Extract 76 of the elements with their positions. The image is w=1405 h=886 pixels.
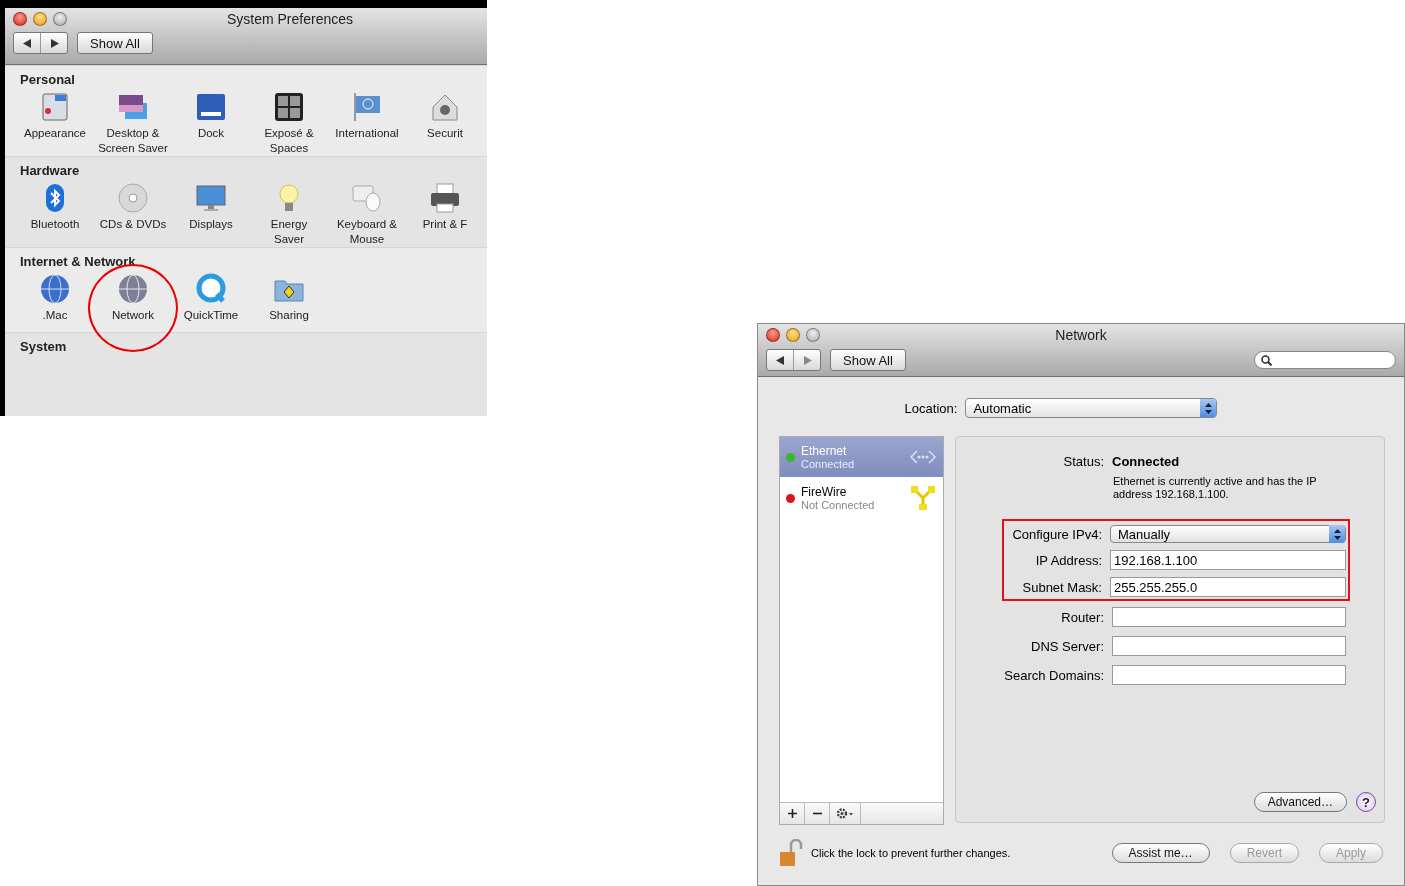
circle-logo-icon[interactable]	[195, 273, 227, 305]
preference-label[interactable]: Securit	[427, 126, 463, 141]
section-title: Internet & Network	[20, 254, 137, 269]
preference-label[interactable]: QuickTime	[183, 308, 239, 323]
section-title: System	[20, 338, 68, 354]
input-field[interactable]	[1112, 607, 1346, 627]
preference-label[interactable]: Desktop & Screen Saver	[98, 126, 168, 156]
service-item[interactable]: FireWire Not Connected	[780, 478, 943, 519]
preference-label[interactable]: .Mac	[42, 308, 68, 323]
lock-message: Click the lock to prevent further changes.	[811, 847, 1011, 859]
grid-icon[interactable]	[273, 91, 305, 123]
preference-label[interactable]: Keyboard & Mouse	[336, 217, 398, 247]
service-name: Ethernet	[801, 444, 848, 458]
forward-arrow-icon[interactable]	[49, 38, 59, 48]
monitor-icon[interactable]	[195, 182, 227, 214]
minimize-button[interactable]	[33, 12, 47, 26]
search-field[interactable]	[1254, 351, 1396, 369]
advanced-button[interactable]: Advanced…	[1253, 792, 1347, 812]
back-arrow-icon[interactable]	[22, 38, 32, 48]
help-button[interactable]: ?	[1356, 792, 1376, 812]
input-field[interactable]	[1112, 636, 1346, 656]
preference-label[interactable]: Dock	[197, 126, 225, 141]
show-all-button[interactable]: Show All	[830, 349, 906, 371]
panel-icon[interactable]	[195, 91, 227, 123]
footer-button[interactable]: Assist me…	[1111, 843, 1210, 863]
flag-icon[interactable]	[351, 91, 383, 123]
field-label: Router:	[1060, 609, 1104, 625]
preference-label[interactable]: Exposé & Spaces	[264, 126, 314, 156]
field-label: Search Domains:	[1003, 667, 1104, 683]
service-status: Connected	[801, 458, 855, 470]
zoom-button[interactable]	[806, 328, 820, 342]
close-button[interactable]	[13, 12, 27, 26]
configure-dropdown[interactable]: Manually	[1110, 525, 1346, 543]
field-label: DNS Server:	[1030, 638, 1104, 654]
plus-icon[interactable]	[787, 809, 797, 818]
firewire-icon	[909, 484, 937, 512]
globe-icon[interactable]	[39, 273, 71, 305]
section-title: Personal	[20, 72, 76, 87]
globe-icon[interactable]	[117, 273, 149, 305]
status-description: Ethernet is currently active and has the IP address 192.168.1.100.	[1113, 475, 1318, 501]
back-arrow-icon[interactable]	[775, 355, 785, 365]
stepper-arrows-icon	[1204, 402, 1212, 414]
preference-label[interactable]: Network	[111, 308, 155, 323]
show-all-button[interactable]: Show All	[77, 32, 153, 54]
service-name: FireWire	[801, 485, 848, 499]
window-title: Network	[1054, 327, 1108, 343]
input-field[interactable]	[1112, 665, 1346, 685]
preference-label[interactable]: Print & F	[422, 217, 468, 232]
window-title: System Preferences	[225, 11, 355, 27]
disc-icon[interactable]	[117, 182, 149, 214]
preference-label[interactable]: Sharing	[269, 308, 309, 323]
preference-label[interactable]: CDs & DVDs	[99, 217, 167, 232]
lock-icon[interactable]	[779, 839, 803, 867]
preference-label[interactable]: Displays	[189, 217, 233, 232]
preference-label[interactable]: International	[335, 126, 399, 141]
service-status: Not Connected	[801, 499, 875, 511]
location-dropdown[interactable]: Automatic	[965, 398, 1218, 418]
stepper-arrows-icon	[1333, 528, 1341, 540]
field-label: Configure IPv4:	[1011, 526, 1102, 542]
status-label: Status:	[1062, 454, 1104, 469]
preference-label[interactable]: Appearance	[24, 126, 86, 141]
window-icon[interactable]	[39, 91, 71, 123]
input-field[interactable]: 192.168.1.100	[1110, 550, 1346, 570]
field-label: IP Address:	[1034, 552, 1102, 568]
search-icon	[1261, 354, 1272, 366]
zoom-button[interactable]	[53, 12, 67, 26]
preference-label[interactable]: Bluetooth	[30, 217, 80, 232]
close-button[interactable]	[766, 328, 780, 342]
section-title: Hardware	[20, 163, 81, 178]
printer-icon[interactable]	[429, 182, 461, 214]
minimize-button[interactable]	[786, 328, 800, 342]
location-label: Location:	[904, 400, 958, 416]
status-value: Connected	[1112, 454, 1180, 469]
field-label: Subnet Mask:	[1021, 579, 1102, 595]
input-field[interactable]: 255.255.255.0	[1110, 577, 1346, 597]
preference-label[interactable]: Energy Saver	[270, 217, 308, 247]
